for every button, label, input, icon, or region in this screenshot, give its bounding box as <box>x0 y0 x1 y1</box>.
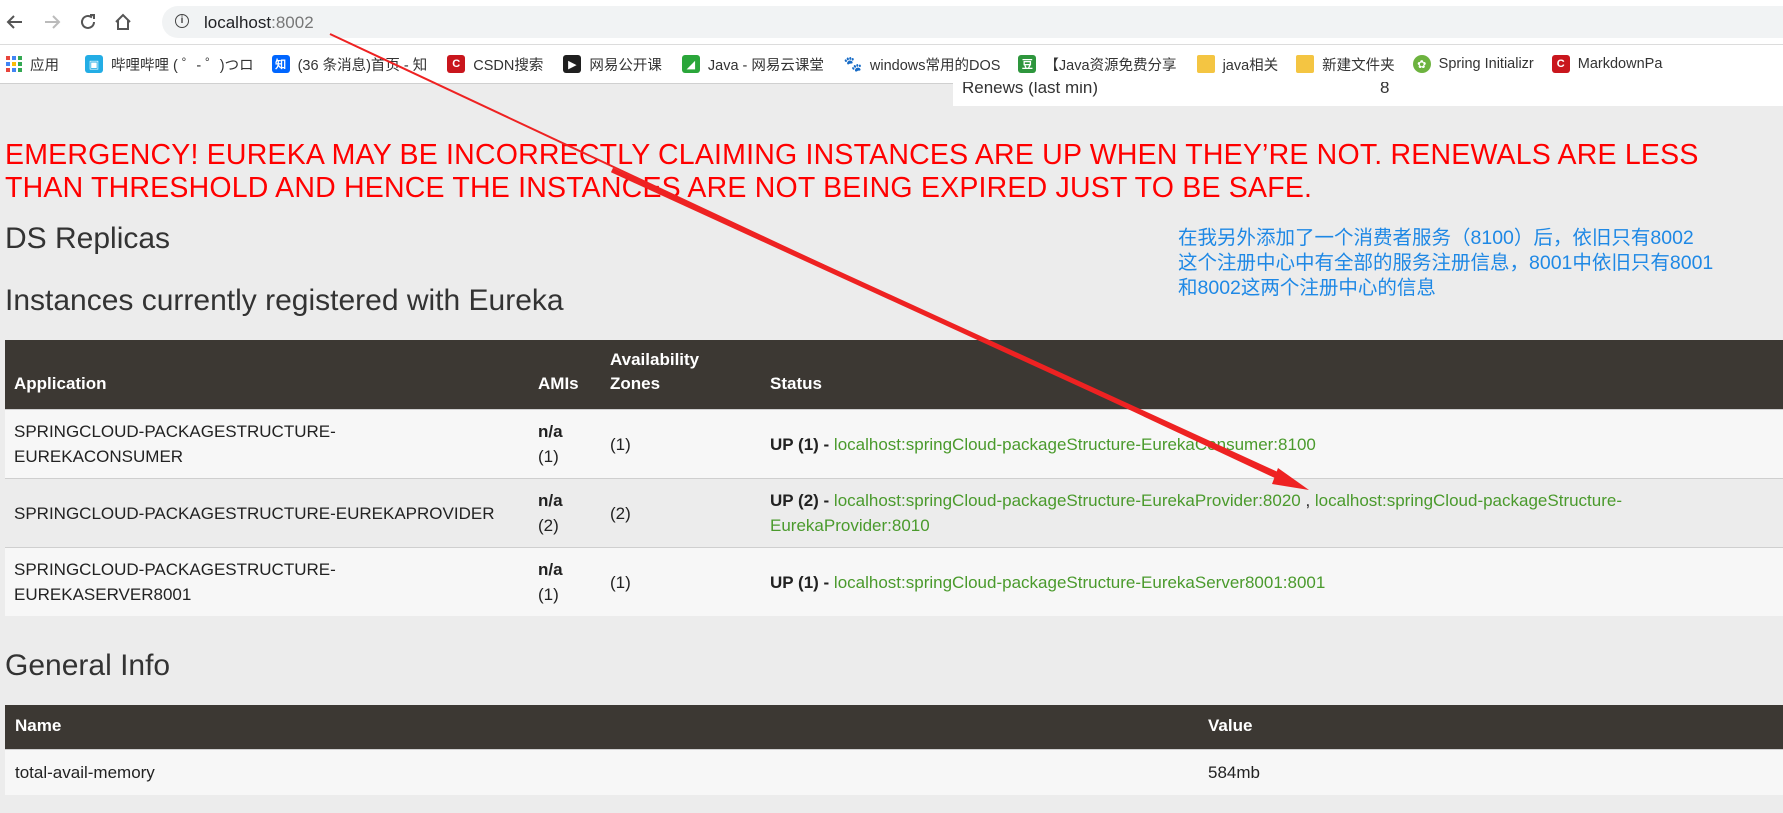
address-bar[interactable]: i localhost:8002 <box>162 6 1783 38</box>
folder-icon <box>1296 55 1315 73</box>
apps-grid-icon <box>6 56 22 72</box>
bookmark-apps[interactable]: 应用 <box>6 54 65 75</box>
zones-value: (1) <box>601 409 761 479</box>
baidu-paw-icon: 🐾 <box>843 55 863 73</box>
column-value: Value <box>1208 716 1253 735</box>
bookmark-csdn[interactable]: C CSDN搜索 <box>447 54 549 75</box>
ds-replicas-heading: DS Replicas <box>5 222 171 255</box>
bookmark-bilibili[interactable]: ▣ 哔哩哔哩 ( ゜- ゜)つロ <box>85 54 260 75</box>
status-cell: UP (1) - localhost:springCloud-packageSt… <box>761 409 1783 479</box>
instance-link[interactable]: localhost:springCloud-packageStructure-E… <box>834 491 1301 510</box>
bilibili-icon: ▣ <box>85 55 103 73</box>
bookmark-java-resources[interactable]: 豆 【Java资源免费分享 <box>1018 54 1182 75</box>
bookmark-netease-open-course[interactable]: ▶ 网易公开课 <box>563 54 668 75</box>
general-info-table: Name Value total-avail-memory 584mb <box>5 705 1783 795</box>
table-row: SPRINGCLOUD-PACKAGESTRUCTURE- EUREKACONSU… <box>5 409 1783 479</box>
amis-value: n/a (2) <box>529 478 601 548</box>
spring-icon: ✿ <box>1412 55 1431 73</box>
netease-cloud-class-icon: ◢ <box>681 55 700 73</box>
renews-value: 8 <box>1380 82 1390 97</box>
annotation-note: 在我另外添加了一个消费者服务（8100）后，依旧只有8002 这个注册中心中有全… <box>1178 227 1714 299</box>
markdownpad-icon: C <box>1551 55 1570 73</box>
status-cell: UP (2) - localhost:springCloud-packageSt… <box>761 478 1783 548</box>
folder-icon <box>1196 55 1215 73</box>
table-row: SPRINGCLOUD-PACKAGESTRUCTURE-EUREKAPROVI… <box>5 478 1783 548</box>
bookmarks-bar: 应用 ▣ 哔哩哔哩 ( ゜- ゜)つロ 知 (36 条消息)首页 - 知 C C… <box>0 45 1783 84</box>
amis-value: n/a (1) <box>529 547 601 616</box>
info-value: 584mb <box>1203 749 1783 795</box>
zones-value: (2) <box>601 478 761 548</box>
status-cell: UP (1) - localhost:springCloud-packageSt… <box>761 547 1783 616</box>
general-info-header: Name Value <box>5 705 1783 750</box>
column-application: Application <box>14 374 107 393</box>
forward-arrow-icon[interactable] <box>39 9 65 35</box>
application-name: SPRINGCLOUD-PACKAGESTRUCTURE- EUREKACONSU… <box>5 409 529 479</box>
table-row: total-avail-memory 584mb <box>5 749 1783 795</box>
reload-icon[interactable] <box>75 9 101 35</box>
zhihu-icon: 知 <box>271 55 290 73</box>
info-name: total-avail-memory <box>5 749 1203 795</box>
bookmark-windows-dos[interactable]: 🐾 windows常用的DOS <box>844 54 1007 75</box>
url-text[interactable]: localhost:8002 <box>204 13 314 33</box>
douban-icon: 豆 <box>1018 55 1037 73</box>
back-arrow-icon[interactable] <box>2 9 28 35</box>
table-row: SPRINGCLOUD-PACKAGESTRUCTURE- EUREKASERVE… <box>5 547 1783 616</box>
bookmark-spring-initializr[interactable]: ✿ Spring Initializr <box>1412 55 1540 73</box>
zones-value: (1) <box>601 547 761 616</box>
browser-toolbar: i localhost:8002 <box>0 0 1783 45</box>
amis-value: n/a (1) <box>529 409 601 479</box>
csdn-icon: C <box>447 55 466 73</box>
general-info-heading: General Info <box>5 649 171 682</box>
bookmark-zhihu[interactable]: 知 (36 条消息)首页 - 知 <box>271 54 434 75</box>
column-amis: AMIs <box>538 374 579 393</box>
column-status: Status <box>770 374 822 393</box>
instances-table-header: Application AMIs Availability Zones Statu… <box>5 340 1783 410</box>
home-icon[interactable] <box>110 9 136 35</box>
instance-link[interactable]: localhost:springCloud-packageStructure-E… <box>834 573 1325 592</box>
column-name: Name <box>15 716 62 735</box>
application-name: SPRINGCLOUD-PACKAGESTRUCTURE- EUREKASERVE… <box>5 547 529 616</box>
bookmark-markdownpad[interactable]: C MarkdownPa <box>1551 55 1669 73</box>
site-info-icon[interactable]: i <box>175 14 189 28</box>
application-name: SPRINGCLOUD-PACKAGESTRUCTURE-EUREKAPROVI… <box>5 478 529 548</box>
bookmark-java-folder[interactable]: java相关 <box>1196 54 1285 75</box>
instances-heading: Instances currently registered with Eure… <box>5 284 564 317</box>
bookmark-netease-cloud-class[interactable]: ◢ Java - 网易云课堂 <box>681 54 830 75</box>
emergency-warning: EMERGENCY! EUREKA MAY BE INCORRECTLY CLA… <box>5 139 1699 204</box>
renews-row: Renews (last min) 8 <box>953 82 1783 106</box>
column-availability-zones: Availability Zones <box>610 350 700 393</box>
instances-table: Application AMIs Availability Zones Statu… <box>5 340 1783 616</box>
bookmark-new-folder[interactable]: 新建文件夹 <box>1296 54 1401 75</box>
instance-link[interactable]: localhost:springCloud-packageStructure-E… <box>834 435 1316 454</box>
netease-open-course-icon: ▶ <box>563 55 582 73</box>
renews-label: Renews (last min) <box>962 82 1099 97</box>
eureka-dashboard: Renews (last min) 8 EMERGENCY! EUREKA MA… <box>0 82 1783 813</box>
